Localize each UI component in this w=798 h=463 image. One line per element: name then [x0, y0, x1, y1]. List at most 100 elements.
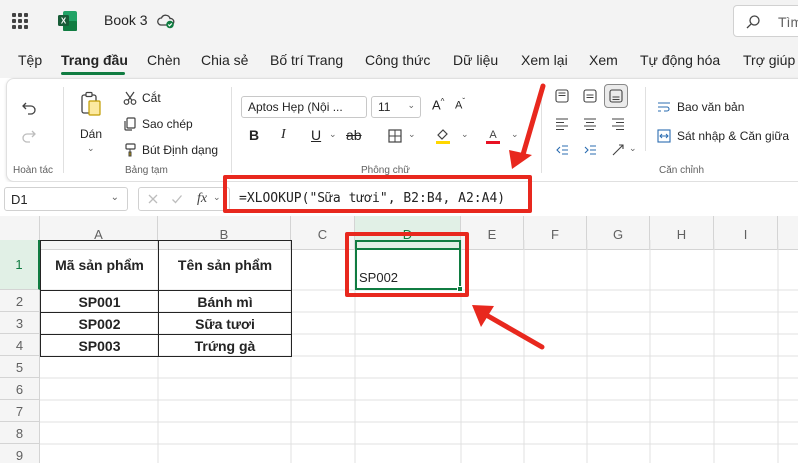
decrease-font-size-icon[interactable]: Aˇ	[455, 97, 465, 112]
paste-icon[interactable]	[80, 91, 102, 117]
copy-icon[interactable]	[123, 117, 137, 131]
cell-b1[interactable]: Tên sản phẩm	[158, 240, 292, 291]
format-painter-icon[interactable]	[123, 143, 137, 157]
fill-color-swatch	[436, 141, 450, 144]
confirm-entry-icon[interactable]	[171, 193, 183, 205]
formula-highlight-box	[223, 175, 532, 213]
search-input[interactable]: Tìm	[733, 5, 798, 37]
font-color-icon[interactable]: A	[485, 127, 501, 145]
align-top-icon[interactable]	[555, 89, 569, 103]
app-launcher-icon[interactable]	[12, 13, 28, 29]
cloud-saved-icon[interactable]	[157, 13, 175, 29]
cell-a2[interactable]: SP001	[40, 290, 159, 313]
undo-group-label: Hoàn tác	[13, 165, 54, 176]
font-size-select[interactable]: 11 ⌄	[371, 96, 421, 118]
name-box-chevron-icon[interactable]: ⌄	[111, 192, 119, 203]
tab-automate[interactable]: Tự động hóa	[640, 52, 720, 68]
redo-icon[interactable]	[21, 127, 37, 143]
borders-icon[interactable]	[388, 129, 402, 143]
strikethrough-button[interactable]: ab	[346, 127, 362, 143]
search-icon	[746, 15, 760, 29]
tab-data[interactable]: Dữ liệu	[453, 52, 498, 68]
svg-text:X: X	[61, 17, 67, 26]
cell-highlight-box	[345, 232, 469, 297]
tab-help[interactable]: Trợ giúp	[743, 52, 795, 68]
svg-text:A: A	[489, 129, 497, 141]
wrap-text-icon[interactable]	[657, 100, 671, 114]
workbook-title[interactable]: Book 3	[104, 12, 148, 28]
group-divider	[541, 87, 542, 173]
cell-b2[interactable]: Bánh mì	[158, 290, 292, 313]
group-divider	[63, 87, 64, 173]
row-header-8[interactable]: 8	[0, 422, 40, 444]
orientation-dropdown-icon[interactable]: ⌄	[629, 143, 637, 154]
row-header-2[interactable]: 2	[0, 290, 40, 312]
title-bar: X Book 3 Tìm	[0, 0, 798, 42]
cell-a3[interactable]: SP002	[40, 312, 159, 335]
merge-center-icon[interactable]	[657, 129, 671, 143]
group-divider	[231, 87, 232, 173]
merge-center-button-label[interactable]: Sát nhập & Căn giữa	[677, 129, 789, 143]
increase-font-size-icon[interactable]: A^	[432, 97, 444, 112]
bold-button[interactable]: B	[249, 127, 259, 143]
row-header-4[interactable]: 4	[0, 334, 40, 356]
align-bottom-icon	[609, 89, 623, 103]
font-color-dropdown-icon[interactable]: ⌄	[511, 129, 519, 140]
clipboard-group-label: Bảng tạm	[125, 165, 168, 176]
align-center-icon[interactable]	[583, 117, 597, 131]
tab-insert[interactable]: Chèn	[147, 52, 180, 68]
tab-view[interactable]: Xem	[589, 52, 618, 68]
font-color-swatch	[486, 141, 500, 144]
insert-function-dropdown-icon[interactable]: ⌄	[213, 192, 221, 203]
borders-dropdown-icon[interactable]: ⌄	[408, 129, 416, 140]
row-header-6[interactable]: 6	[0, 378, 40, 400]
align-right-icon[interactable]	[611, 117, 625, 131]
formula-controls: fx ⌄	[138, 187, 230, 211]
copy-button-label[interactable]: Sao chép	[142, 117, 193, 131]
row-header-7[interactable]: 7	[0, 400, 40, 422]
italic-button[interactable]: I	[281, 127, 286, 143]
paste-dropdown-icon[interactable]: ⌄	[87, 143, 95, 154]
search-placeholder: Tìm	[778, 14, 798, 30]
scissors-icon[interactable]	[123, 91, 137, 105]
align-middle-icon[interactable]	[583, 89, 597, 103]
name-box[interactable]: D1 ⌄	[4, 187, 128, 211]
font-name-select[interactable]: Aptos Hẹp (Nội ...	[241, 96, 367, 118]
tab-home[interactable]: Trang đầu	[61, 52, 128, 68]
underline-dropdown-icon[interactable]: ⌄	[329, 129, 337, 140]
orientation-icon[interactable]	[611, 143, 625, 157]
active-tab-indicator	[61, 72, 125, 75]
tab-formulas[interactable]: Công thức	[365, 52, 430, 68]
align-bottom-button[interactable]	[604, 84, 628, 108]
underline-button[interactable]: U	[311, 127, 321, 143]
increase-indent-icon[interactable]	[583, 143, 597, 157]
tab-review[interactable]: Xem lại	[521, 52, 568, 68]
row-header-5[interactable]: 5	[0, 356, 40, 378]
insert-function-button[interactable]: fx	[197, 191, 207, 207]
group-divider	[645, 87, 646, 151]
fill-color-icon[interactable]	[435, 127, 451, 145]
ribbon: Hoàn tác Dán ⌄ Cắt Sao chép Bút Định dạn…	[6, 78, 798, 182]
cancel-entry-icon[interactable]	[147, 193, 159, 205]
cell-b3[interactable]: Sữa tươi	[158, 312, 292, 335]
paste-button-label[interactable]: Dán	[80, 127, 102, 141]
row-header-3[interactable]: 3	[0, 312, 40, 334]
alignment-group-label: Căn chỉnh	[659, 165, 705, 176]
tab-page-layout[interactable]: Bố trí Trang	[270, 52, 343, 68]
row-header-1[interactable]: 1	[0, 240, 40, 290]
font-size-chevron-icon: ⌄	[407, 100, 415, 110]
row-header-9[interactable]: 9	[0, 444, 40, 463]
cell-b4[interactable]: Trứng gà	[158, 334, 292, 357]
wrap-text-button-label[interactable]: Bao văn bản	[677, 100, 744, 114]
fill-color-dropdown-icon[interactable]: ⌄	[461, 129, 469, 140]
decrease-indent-icon[interactable]	[555, 143, 569, 157]
cell-a4[interactable]: SP003	[40, 334, 159, 357]
cell-a1[interactable]: Mã sản phẩm	[40, 240, 159, 291]
align-left-icon[interactable]	[555, 117, 569, 131]
cut-button-label[interactable]: Cắt	[142, 91, 161, 105]
format-painter-button-label[interactable]: Bút Định dạng	[142, 143, 218, 157]
excel-logo-icon: X	[58, 11, 77, 31]
undo-icon[interactable]	[21, 99, 37, 115]
tab-share[interactable]: Chia sẻ	[201, 52, 248, 68]
tab-file[interactable]: Tệp	[18, 52, 42, 68]
